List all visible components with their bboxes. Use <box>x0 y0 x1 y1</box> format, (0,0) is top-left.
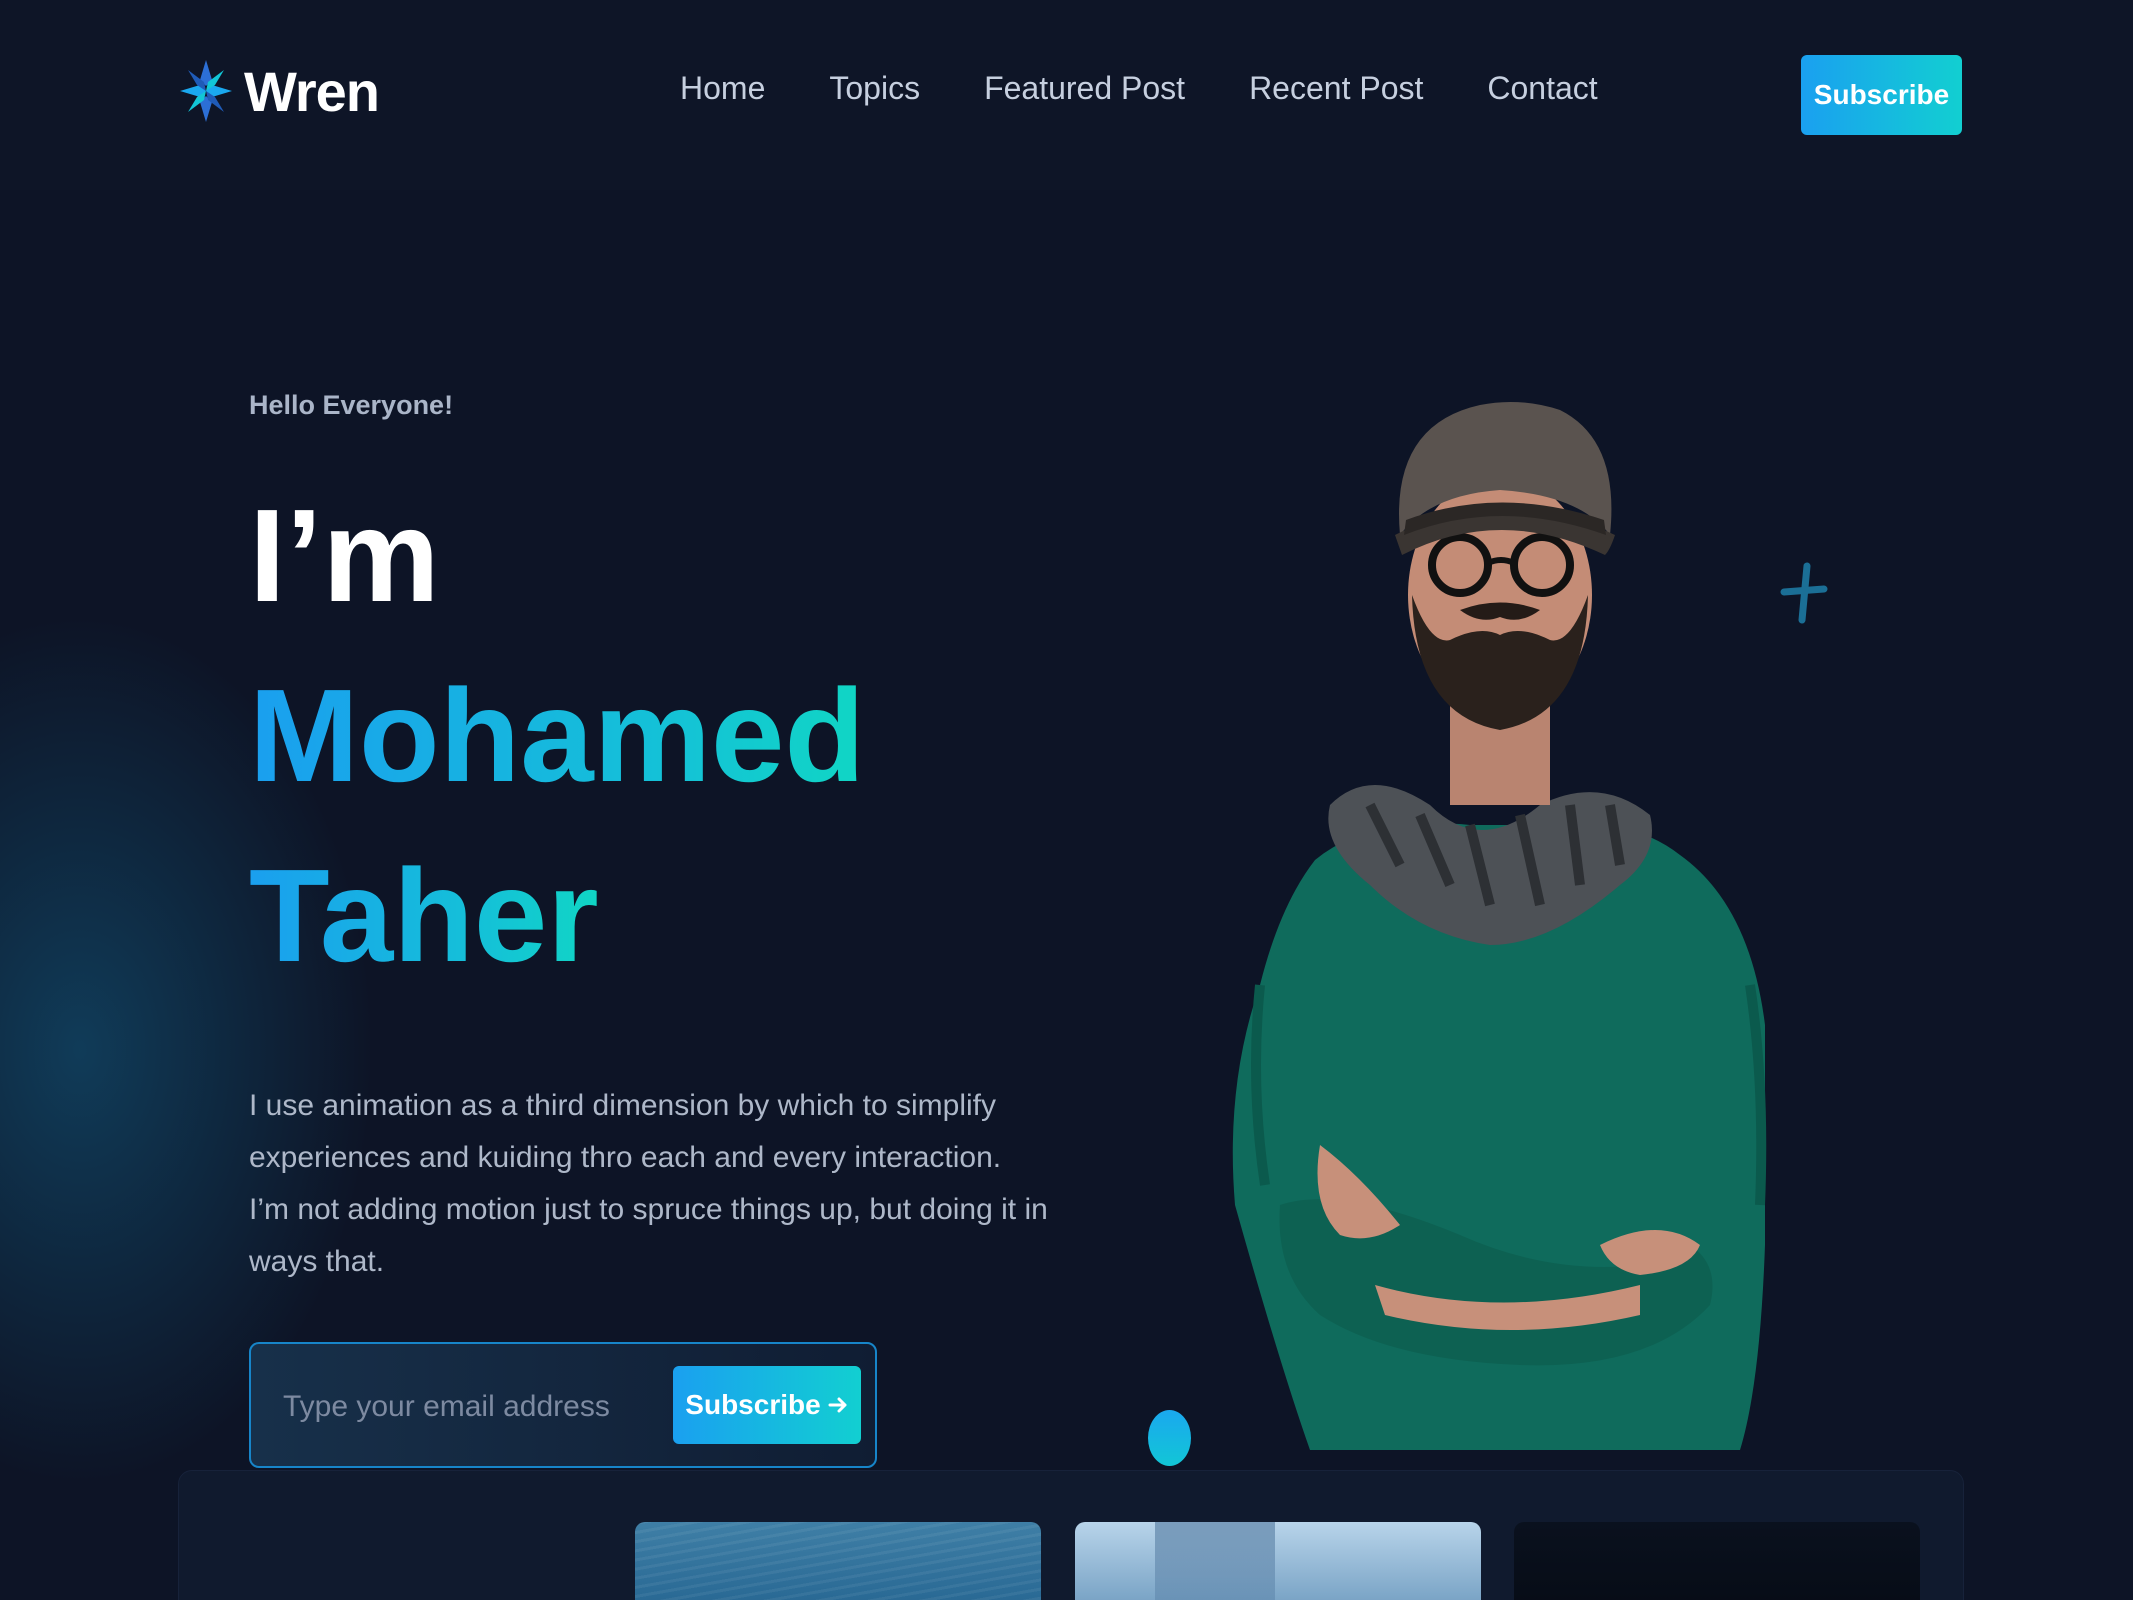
hero-description: I use animation as a third dimension by … <box>249 1089 1048 1278</box>
page: Wren Home Topics Featured Post Recent Po… <box>0 0 2133 1600</box>
email-subscribe-form: Subscribe <box>249 1342 877 1468</box>
hero-name-first: Mohamed <box>249 662 866 809</box>
nav-item-contact[interactable]: Contact <box>1487 70 1597 107</box>
brand-name: Wren <box>244 59 380 123</box>
wren-star-logo-icon <box>180 60 232 122</box>
site-header: Wren Home Topics Featured Post Recent Po… <box>0 0 2133 190</box>
dot-decoration <box>1148 1410 1191 1466</box>
hero-greeting: Hello Everyone! <box>249 390 454 420</box>
arrow-right-icon <box>828 1397 847 1413</box>
header-subscribe-button[interactable]: Subscribe <box>1801 55 1962 135</box>
email-input[interactable] <box>281 1380 645 1434</box>
form-subscribe-label: Subscribe <box>685 1389 821 1420</box>
hero-intro: I’m <box>249 482 440 629</box>
form-subscribe-button[interactable]: Subscribe <box>673 1366 861 1444</box>
main-nav: Home Topics Featured Post Recent Post Co… <box>680 70 1598 107</box>
hero-name-last: Taher <box>249 842 599 989</box>
site-logo[interactable]: Wren <box>178 58 380 124</box>
post-card-image-3[interactable] <box>1514 1522 1920 1600</box>
nav-item-recent-post[interactable]: Recent Post <box>1249 70 1423 107</box>
plus-decoration-icon <box>1780 562 1828 624</box>
nav-item-featured-post[interactable]: Featured Post <box>984 70 1185 107</box>
nav-item-home[interactable]: Home <box>680 70 765 107</box>
nav-item-topics[interactable]: Topics <box>829 70 920 107</box>
post-card-image-1[interactable] <box>635 1522 1041 1600</box>
post-card-image-2[interactable] <box>1075 1522 1481 1600</box>
hero-portrait-image <box>1232 401 1767 1450</box>
